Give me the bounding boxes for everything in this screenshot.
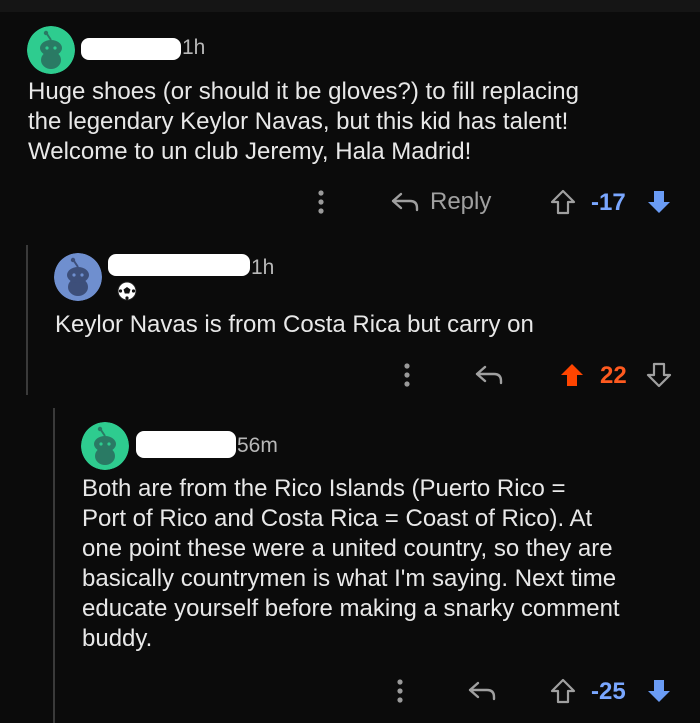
avatar[interactable] <box>27 26 75 74</box>
avatar[interactable] <box>81 422 129 470</box>
username-redacted[interactable] <box>108 254 250 276</box>
downvote-arrow-icon <box>648 680 670 702</box>
upvote-arrow-icon <box>550 678 576 704</box>
timestamp: 1h <box>251 256 275 279</box>
downvote-arrow-icon <box>646 362 672 388</box>
more-vertical-icon <box>318 190 324 214</box>
comment-body: Keylor Navas is from Costa Rica but carr… <box>55 311 534 338</box>
more-options-button[interactable] <box>402 361 412 389</box>
more-vertical-icon <box>404 363 410 387</box>
downvote-arrow-icon <box>648 191 670 213</box>
soccer-ball-icon <box>117 281 137 306</box>
snoo-avatar-icon <box>27 26 75 74</box>
reply-button[interactable] <box>474 361 504 389</box>
timestamp: 1h <box>182 36 206 59</box>
snoo-avatar-icon <box>81 422 129 470</box>
downvote-button[interactable] <box>645 361 673 389</box>
reply-arrow-icon <box>474 361 504 389</box>
vote-score: 22 <box>600 362 627 389</box>
avatar[interactable] <box>54 253 102 301</box>
downvote-button[interactable] <box>645 188 673 216</box>
vote-score: -25 <box>591 678 626 705</box>
username-redacted[interactable] <box>136 431 236 458</box>
downvote-button[interactable] <box>645 677 673 705</box>
reply-button[interactable]: Reply <box>390 188 491 216</box>
username-redacted[interactable] <box>81 38 181 60</box>
upvote-button[interactable] <box>549 188 577 216</box>
more-options-button[interactable] <box>395 677 405 705</box>
upvote-button[interactable] <box>558 361 586 389</box>
reply-label: Reply <box>430 188 492 215</box>
thread-line[interactable] <box>53 408 55 723</box>
top-bar <box>0 0 700 12</box>
vote-score: -17 <box>591 189 626 216</box>
comment-body: Huge shoes (or should it be gloves?) to … <box>28 78 579 165</box>
reply-arrow-icon <box>390 188 420 216</box>
timestamp: 56m <box>237 434 278 457</box>
upvote-button[interactable] <box>549 677 577 705</box>
reply-arrow-icon <box>467 677 497 705</box>
reply-button[interactable] <box>467 677 497 705</box>
upvote-arrow-icon <box>550 189 576 215</box>
more-vertical-icon <box>397 679 403 703</box>
more-options-button[interactable] <box>316 188 326 216</box>
upvote-arrow-icon <box>561 364 583 386</box>
comment-body: Both are from the Rico Islands (Puerto R… <box>82 475 620 652</box>
snoo-avatar-icon <box>54 253 102 301</box>
thread-line[interactable] <box>26 245 28 395</box>
